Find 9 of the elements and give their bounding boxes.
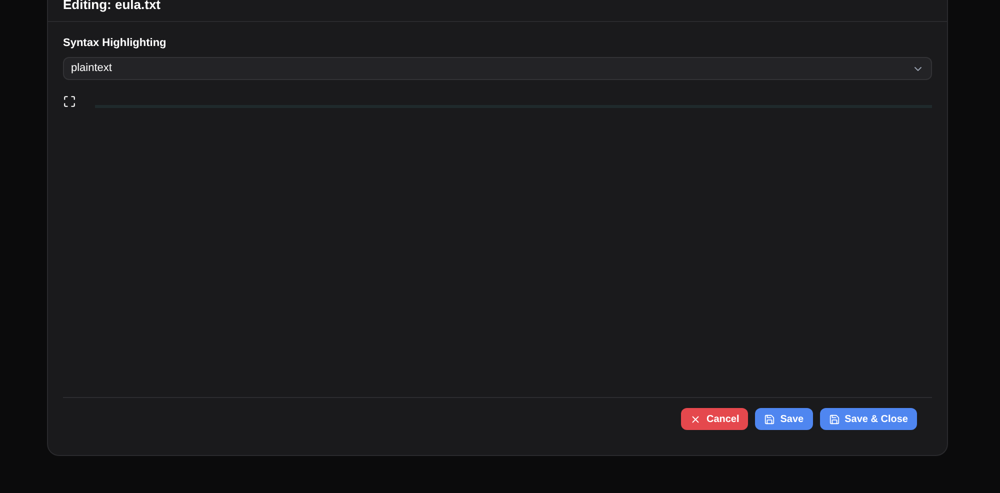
- syntax-select[interactable]: plaintext: [63, 57, 932, 80]
- fullscreen-icon[interactable]: [63, 95, 76, 108]
- save-button[interactable]: Save & Close: [820, 408, 917, 430]
- save-button[interactable]: Save: [755, 408, 813, 430]
- field-label: Syntax Highlighting: [63, 37, 168, 50]
- cancel-button[interactable]: Cancel: [681, 408, 748, 430]
- save-icon: [764, 414, 776, 424]
- close-icon: [690, 414, 702, 424]
- save-icon: [828, 414, 840, 424]
